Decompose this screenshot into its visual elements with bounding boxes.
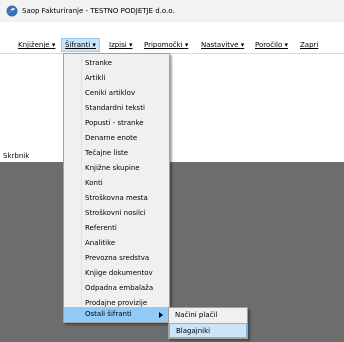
menu-item-label: Odpadna embalaža xyxy=(85,284,154,292)
menu-item-denarne-enote[interactable]: Denarne enote xyxy=(64,131,169,146)
menu-item-label: Ostali šifranti xyxy=(85,310,132,318)
menu-pripomocki[interactable]: Pripomočki ▾ xyxy=(141,38,191,52)
menu-label: Knjiženje xyxy=(18,41,50,49)
menu-item-artikli[interactable]: Artikli xyxy=(64,71,169,86)
menu-label: Šifranti xyxy=(65,41,91,49)
menu-item-label: Tečajne liste xyxy=(85,149,129,157)
menu-label: Izpisi xyxy=(109,41,127,49)
menu-item-label: Stroškovni nosilci xyxy=(85,209,146,217)
menu-item-label: Denarne enote xyxy=(85,134,138,142)
menu-item-standardni-teksti[interactable]: Standardni teksti xyxy=(64,101,169,116)
submenu-item-nacini-placil[interactable]: Načini plačil xyxy=(169,308,247,323)
chevron-down-icon: ▾ xyxy=(92,41,96,49)
menu-nastavitve[interactable]: Nastavitve ▾ xyxy=(198,38,247,52)
chevron-down-icon: ▾ xyxy=(128,41,133,49)
menu-sifranti[interactable]: Šifranti ▾ xyxy=(61,38,100,52)
menu-label: Zapri xyxy=(300,41,319,49)
menu-item-knjizne-skupine[interactable]: Knjižne skupine xyxy=(64,161,169,176)
submenu-item-blagajniki[interactable]: Blagajniki xyxy=(169,323,247,338)
menu-item-stroskovna-mesta[interactable]: Stroškovna mesta xyxy=(64,191,169,206)
menu-item-label: Artikli xyxy=(85,74,106,82)
menu-item-label: Stranke xyxy=(85,59,112,67)
chevron-down-icon: ▾ xyxy=(51,41,56,49)
menu-label: Pripomočki xyxy=(144,41,183,49)
menu-item-odpadna-embalaza[interactable]: Odpadna embalaža xyxy=(64,281,169,296)
menu-knjizenje[interactable]: Knjiženje ▾ xyxy=(15,38,58,52)
chevron-down-icon: ▾ xyxy=(184,41,189,49)
menu-label: Nastavitve xyxy=(201,41,239,49)
menu-item-label: Knjige dokumentov xyxy=(85,269,153,277)
menu-izpisi[interactable]: Izpisi ▾ xyxy=(106,38,135,52)
menu-item-label: Blagajniki xyxy=(176,327,211,335)
chevron-down-icon: ▾ xyxy=(284,41,289,49)
menu-item-ostali-sifranti[interactable]: Ostali šifranti xyxy=(64,307,169,322)
menu-item-label: Stroškovna mesta xyxy=(85,194,148,202)
menu-label: Poročilo xyxy=(255,41,283,49)
menu-item-knjige-dokumentov[interactable]: Knjige dokumentov xyxy=(64,266,169,281)
menu-item-ceniki-artiklov[interactable]: Ceniki artiklov xyxy=(64,86,169,101)
workspace-top xyxy=(0,54,344,162)
menu-item-stranke[interactable]: Stranke xyxy=(64,56,169,71)
menu-item-label: Knjižne skupine xyxy=(85,164,140,172)
menu-item-label: Analitike xyxy=(85,239,116,247)
menu-item-label: Prevozna sredstva xyxy=(85,254,150,262)
window-title: Saop Fakturiranje - TESTNO PODJETJE d.o.… xyxy=(22,7,175,15)
menu-item-referenti[interactable]: Referenti xyxy=(64,221,169,236)
user-label: Skrbnik xyxy=(0,150,67,162)
menu-item-tecajne-liste[interactable]: Tečajne liste xyxy=(64,146,169,161)
sifranti-dropdown: Stranke Artikli Ceniki artiklov Standard… xyxy=(63,53,170,323)
menu-item-label: Popusti - stranke xyxy=(85,119,144,127)
ostali-sifranti-submenu: Načini plačil Blagajniki xyxy=(168,307,248,339)
submenu-arrow-icon xyxy=(159,312,163,318)
menu-item-label: Načini plačil xyxy=(175,311,218,319)
app-logo-icon xyxy=(6,5,18,17)
menu-item-popusti-stranke[interactable]: Popusti - stranke xyxy=(64,116,169,131)
chevron-down-icon: ▾ xyxy=(240,41,245,49)
menu-bar: Knjiženje ▾ Šifranti ▾ Izpisi ▾ Pripomoč… xyxy=(0,38,344,52)
menu-item-label: Referenti xyxy=(85,224,117,232)
menu-item-label: Standardni teksti xyxy=(85,104,145,112)
menu-porocilo[interactable]: Poročilo ▾ xyxy=(252,38,291,52)
menu-item-konti[interactable]: Konti xyxy=(64,176,169,191)
title-bar: Saop Fakturiranje - TESTNO PODJETJE d.o.… xyxy=(0,0,344,22)
menu-item-prevozna-sredstva[interactable]: Prevozna sredstva xyxy=(64,251,169,266)
menu-item-analitike[interactable]: Analitike xyxy=(64,236,169,251)
menu-zapri[interactable]: Zapri xyxy=(297,38,321,52)
menu-item-stroskovni-nosilci[interactable]: Stroškovni nosilci xyxy=(64,206,169,221)
menu-item-label: Konti xyxy=(85,179,103,187)
menu-item-label: Ceniki artiklov xyxy=(85,89,136,97)
